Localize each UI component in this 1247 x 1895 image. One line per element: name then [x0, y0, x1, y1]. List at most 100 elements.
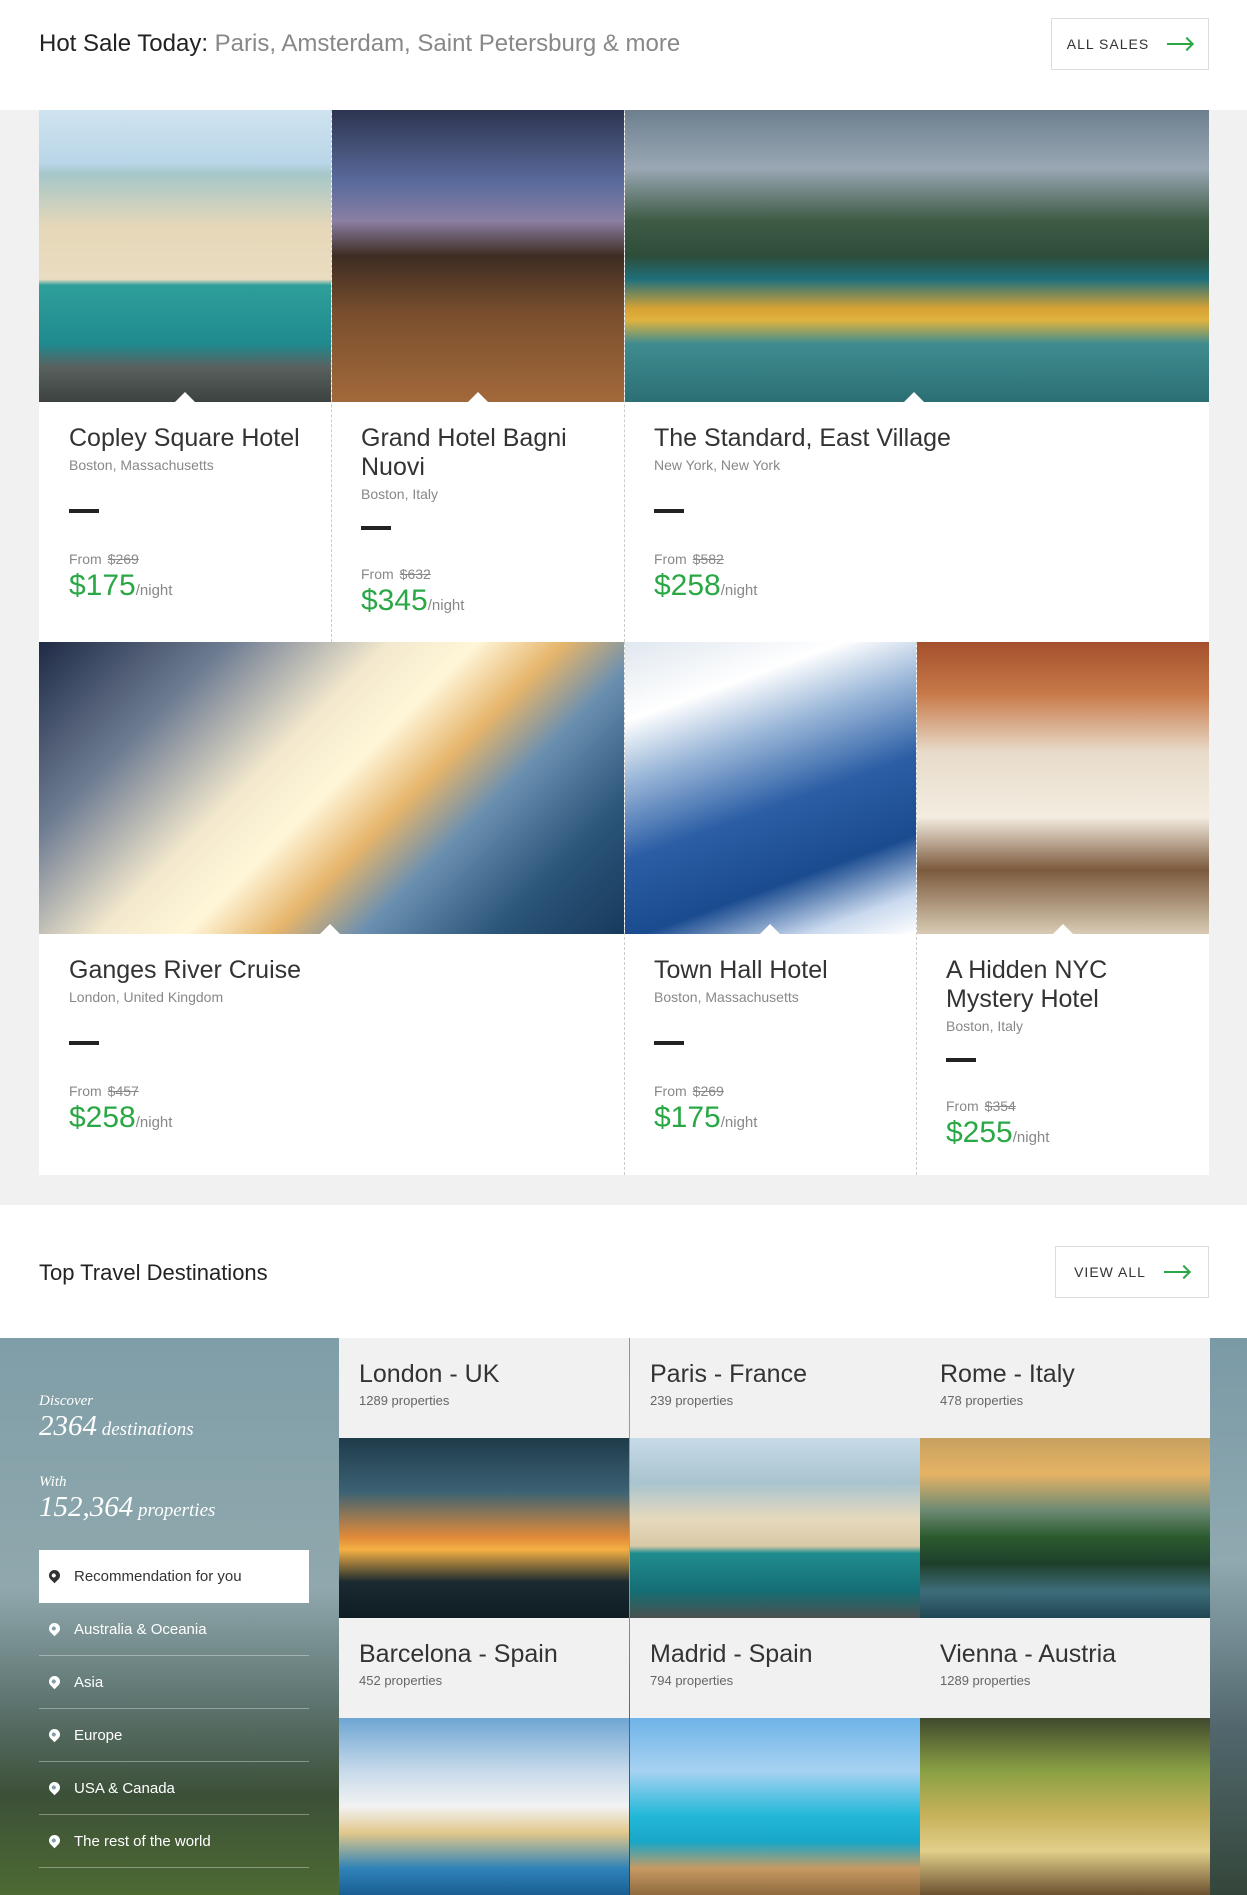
- destination-name[interactable]: Madrid - Spain: [650, 1640, 900, 1669]
- destinations-word: destinations: [101, 1419, 194, 1440]
- hotel-name[interactable]: Town Hall Hotel: [654, 956, 896, 985]
- region-item-usa-canada[interactable]: USA & Canada: [39, 1762, 309, 1815]
- destination-name[interactable]: Vienna - Austria: [940, 1640, 1190, 1669]
- destinations-stat: 2364 destinations: [39, 1410, 194, 1443]
- hotel-name[interactable]: Ganges River Cruise: [69, 956, 604, 985]
- map-pin-icon: [46, 1726, 63, 1742]
- region-item-asia[interactable]: Asia: [39, 1656, 309, 1709]
- region-item-recommendation[interactable]: Recommendation for you: [39, 1550, 309, 1603]
- map-pin-icon: [46, 1673, 63, 1689]
- price-from: From $354: [946, 1098, 1189, 1114]
- hotel-name[interactable]: Grand Hotel Bagni Nuovi: [361, 424, 604, 482]
- destination-photo[interactable]: [920, 1718, 1210, 1895]
- properties-count: 152,364: [39, 1491, 134, 1523]
- destination-photo[interactable]: [630, 1718, 920, 1895]
- destination-name[interactable]: London - UK: [359, 1360, 609, 1389]
- hotel-photo[interactable]: [625, 110, 1209, 402]
- from-label: From: [69, 551, 102, 567]
- destination-photo[interactable]: [630, 1438, 920, 1618]
- view-all-label: VIEW ALL: [1074, 1264, 1146, 1280]
- hotel-photo[interactable]: [625, 642, 916, 934]
- price-unit: /night: [427, 597, 465, 614]
- from-label: From: [654, 551, 687, 567]
- all-sales-label: ALL SALES: [1066, 36, 1150, 52]
- discover-label: Discover: [39, 1393, 94, 1409]
- region-item-australia-oceania[interactable]: Australia & Oceania: [39, 1603, 309, 1656]
- properties-suffix: properties: [675, 1393, 734, 1408]
- hotel-card[interactable]: Town Hall Hotel Boston, Massachusetts Fr…: [624, 642, 916, 1175]
- arrow-right-icon: [1163, 1266, 1190, 1278]
- price-value: $258: [69, 1101, 136, 1134]
- card-notch: [1051, 924, 1075, 936]
- old-price: $632: [399, 566, 431, 582]
- view-all-button[interactable]: VIEW ALL: [1055, 1246, 1209, 1298]
- properties-count: 239: [650, 1393, 672, 1408]
- hotel-name[interactable]: A Hidden NYC Mystery Hotel: [946, 956, 1189, 1014]
- destination-properties: 1289 properties: [359, 1393, 609, 1408]
- properties-count: 1289: [359, 1393, 388, 1408]
- price-unit: /night: [135, 582, 173, 599]
- from-label: From: [69, 1083, 102, 1099]
- price-unit: /night: [1012, 1129, 1050, 1146]
- destination-name[interactable]: Barcelona - Spain: [359, 1640, 609, 1669]
- old-price: $582: [692, 551, 724, 567]
- hot-sale-cities: Paris, Amsterdam, Saint Petersburg & mor…: [214, 30, 681, 57]
- hotel-photo[interactable]: [39, 642, 624, 934]
- card-notch: [173, 392, 197, 404]
- destination-photo[interactable]: [339, 1718, 629, 1895]
- divider: [654, 1041, 684, 1045]
- properties-suffix: properties: [972, 1673, 1031, 1688]
- destination-photo[interactable]: [339, 1438, 629, 1618]
- from-label: From: [946, 1098, 979, 1114]
- destination-properties: 239 properties: [650, 1393, 900, 1408]
- region-item-rest-of-world[interactable]: The rest of the world: [39, 1815, 309, 1868]
- destination-properties: 794 properties: [650, 1673, 900, 1688]
- hotel-card[interactable]: The Standard, East Village New York, New…: [624, 110, 1209, 642]
- price-value: $255: [946, 1116, 1013, 1149]
- destination-name[interactable]: Paris - France: [650, 1360, 900, 1389]
- hot-sale-label: Hot Sale Today:: [39, 30, 208, 57]
- region-label: USA & Canada: [74, 1779, 175, 1797]
- card-notch: [902, 392, 926, 404]
- properties-stat: 152,364 properties: [39, 1491, 215, 1524]
- region-label: Australia & Oceania: [74, 1620, 207, 1638]
- hotel-location: Boston, Italy: [946, 1018, 1024, 1034]
- hotel-card[interactable]: A Hidden NYC Mystery Hotel Boston, Italy…: [916, 642, 1209, 1175]
- price-from: From $269: [69, 551, 311, 567]
- price: $175/night: [69, 569, 311, 608]
- destination-name[interactable]: Rome - Italy: [940, 1360, 1190, 1389]
- price-value: $345: [361, 584, 428, 617]
- hotel-card[interactable]: Grand Hotel Bagni Nuovi Boston, Italy Fr…: [331, 110, 624, 642]
- hotel-photo[interactable]: [39, 110, 331, 402]
- properties-count: 478: [940, 1393, 962, 1408]
- properties-count: 452: [359, 1673, 381, 1688]
- region-menu: Recommendation for you Australia & Ocean…: [39, 1550, 309, 1868]
- divider: [361, 526, 391, 530]
- card-notch: [466, 392, 490, 404]
- hot-sale-title: Hot Sale Today: Paris, Amsterdam, Saint …: [39, 30, 680, 58]
- properties-suffix: properties: [675, 1673, 734, 1688]
- destination-properties: 1289 properties: [940, 1673, 1190, 1688]
- properties-suffix: properties: [391, 1393, 450, 1408]
- divider: [946, 1058, 976, 1062]
- region-label: Recommendation for you: [74, 1568, 242, 1585]
- hotel-photo[interactable]: [917, 642, 1209, 934]
- destination-photo[interactable]: [920, 1438, 1210, 1618]
- price-from: From $582: [654, 551, 1189, 567]
- properties-word: properties: [138, 1500, 216, 1521]
- map-pin-icon: [46, 1567, 63, 1584]
- hotel-name[interactable]: Copley Square Hotel: [69, 424, 311, 453]
- price-value: $258: [654, 569, 721, 602]
- hotel-name[interactable]: The Standard, East Village: [654, 424, 1189, 453]
- hotel-card[interactable]: Ganges River Cruise London, United Kingd…: [39, 642, 624, 1175]
- all-sales-button[interactable]: ALL SALES: [1051, 18, 1209, 70]
- divider: [69, 1041, 99, 1045]
- hotel-location: London, United Kingdom: [69, 989, 224, 1005]
- region-item-europe[interactable]: Europe: [39, 1709, 309, 1762]
- price-unit: /night: [720, 582, 758, 599]
- hotel-photo[interactable]: [332, 110, 624, 402]
- hotel-location: Boston, Massachusetts: [69, 457, 214, 473]
- old-price: $457: [107, 1083, 139, 1099]
- destinations-count: 2364: [39, 1410, 97, 1442]
- hotel-card[interactable]: Copley Square Hotel Boston, Massachusett…: [39, 110, 331, 642]
